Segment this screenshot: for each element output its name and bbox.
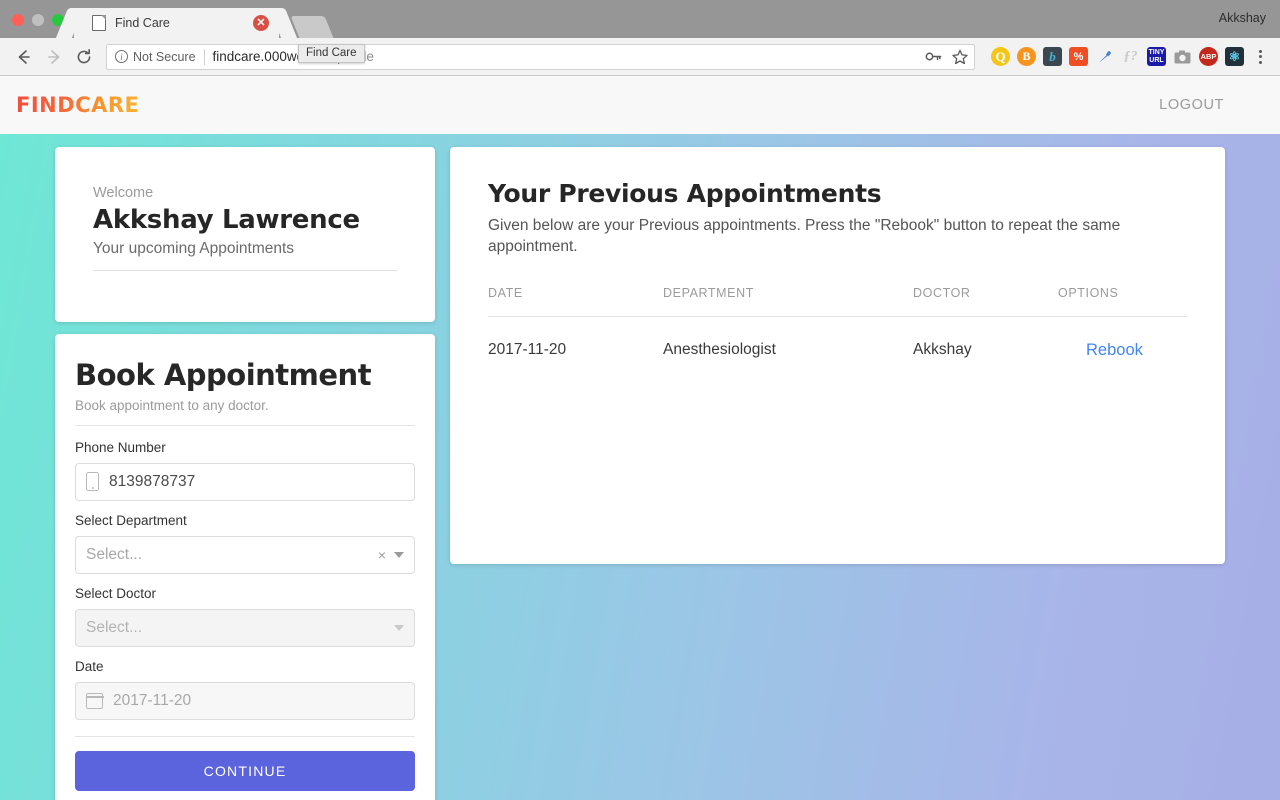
select-department-label: Select Department [75, 512, 187, 528]
book-appointment-card: Book Appointment Book appointment to any… [55, 334, 435, 800]
function-extension-icon[interactable]: ƒ? [1121, 47, 1140, 66]
previous-appointments-description: Given below are your Previous appointmen… [488, 217, 1121, 255]
select-doctor-placeholder: Select... [86, 618, 142, 636]
book-divider [75, 424, 415, 426]
forward-button[interactable] [40, 43, 68, 71]
bitwarden-extension-icon[interactable]: B [1017, 47, 1036, 66]
tinyurl-extension-icon[interactable]: TINY URL [1147, 47, 1166, 66]
mobile-phone-icon [86, 472, 99, 492]
cell-options: Rebook [1058, 316, 1187, 360]
previous-appointments-title: Your Previous Appointments [488, 179, 882, 208]
chevron-down-icon[interactable] [394, 624, 404, 631]
calendar-icon [85, 692, 104, 709]
minimize-window-button[interactable] [32, 14, 44, 26]
phone-number-input[interactable]: 8139878737 [75, 462, 415, 501]
browser-profile-name[interactable]: Akkshay [1219, 11, 1266, 25]
select-department-input[interactable]: Select... × [75, 535, 415, 574]
close-tab-button[interactable]: ✕ [253, 15, 269, 31]
quantcast-extension-icon[interactable]: Q [991, 47, 1010, 66]
rebook-link[interactable]: Rebook [1058, 341, 1143, 360]
phone-number-value: 8139878737 [109, 472, 196, 490]
password-key-icon[interactable] [925, 49, 942, 64]
browser-tabstrip: Find Care ✕ Akkshay [0, 0, 1280, 38]
column-header-options: OPTIONS [1058, 285, 1187, 317]
url-host: findcare.000w [212, 49, 297, 64]
findcare-logo[interactable]: FINDCARE [16, 93, 139, 117]
table-row: 2017-11-20 Anesthesiologist Akkshay Rebo… [488, 316, 1187, 360]
select-doctor-input[interactable]: Select... [75, 608, 415, 647]
continue-button[interactable]: CONTINUE [75, 750, 415, 791]
select-doctor-field-group: Select Doctor Select... [75, 586, 415, 647]
table-header-row: DATE DEPARTMENT DOCTOR OPTIONS [488, 285, 1187, 317]
cell-doctor: Akkshay [913, 341, 972, 359]
select-department-field-group: Select Department Select... × [75, 513, 415, 574]
book-appointment-subtitle: Book appointment to any doctor. [75, 397, 269, 413]
clear-department-icon[interactable]: × [378, 548, 386, 562]
percent-extension-icon[interactable]: % [1069, 47, 1088, 66]
tab-title: Find Care [115, 16, 170, 30]
document-icon [92, 14, 107, 31]
adblockplus-extension-icon[interactable]: ABP [1199, 47, 1218, 66]
date-value: 2017-11-20 [113, 691, 192, 709]
column-header-doctor: DOCTOR [913, 285, 1058, 317]
screenshot-camera-extension-icon[interactable] [1173, 47, 1192, 66]
tab-tooltip: Find Care [298, 44, 365, 63]
phone-number-field-group: Phone Number 8139878737 [75, 440, 415, 501]
chevron-down-icon[interactable] [394, 551, 404, 558]
welcome-subtitle: Your upcoming Appointments [93, 240, 295, 257]
date-label: Date [75, 658, 104, 674]
welcome-card: Welcome Akkshay Lawrence Your upcoming A… [55, 147, 435, 322]
site-header: FINDCARE LOGOUT [0, 76, 1280, 134]
user-name: Akkshay Lawrence [93, 205, 360, 235]
cell-department: Anesthesiologist [663, 341, 776, 359]
react-devtools-extension-icon[interactable]: ⚛ [1225, 47, 1244, 66]
appointments-table: DATE DEPARTMENT DOCTOR OPTIONS 2017-11-2… [488, 285, 1187, 360]
eyedropper-extension-icon[interactable] [1095, 47, 1114, 66]
column-header-department: DEPARTMENT [663, 285, 913, 317]
page-viewport: FINDCARE LOGOUT Welcome Akkshay Lawrence… [0, 76, 1280, 800]
previous-appointments-card: Your Previous Appointments Given below a… [450, 147, 1225, 564]
submit-divider [75, 735, 415, 737]
column-header-date: DATE [488, 285, 663, 317]
browser-tab[interactable]: Find Care ✕ [74, 8, 279, 38]
reload-button[interactable] [70, 43, 98, 71]
welcome-divider [93, 270, 397, 271]
browser-toolbar: i Not Secure findcare.000wo.com/profile … [0, 38, 1280, 76]
select-department-placeholder: Select... [86, 545, 142, 563]
site-security-indicator[interactable]: i Not Secure [115, 50, 196, 64]
book-appointment-title: Book Appointment [75, 358, 372, 392]
logout-link[interactable]: LOGOUT [1159, 97, 1224, 113]
omnibox-divider [203, 48, 205, 65]
date-field-group: Date 2017-11-20 [75, 659, 415, 720]
info-circle-icon: i [115, 50, 128, 63]
close-window-button[interactable] [12, 14, 24, 26]
cell-date: 2017-11-20 [488, 341, 567, 359]
browser-window: Find Care ✕ Akkshay i Not Secure findcar… [0, 0, 1280, 800]
new-tab-button[interactable] [290, 16, 334, 38]
extensions-toolbar: Q B b % ƒ? TINY URL ABP ⚛ [983, 47, 1244, 66]
bookmark-star-icon[interactable] [952, 49, 968, 65]
bitly-extension-icon[interactable]: b [1043, 47, 1062, 66]
back-button[interactable] [10, 43, 38, 71]
select-doctor-label: Select Doctor [75, 585, 157, 601]
browser-menu-button[interactable] [1250, 49, 1270, 64]
phone-number-label: Phone Number [75, 439, 166, 455]
address-bar[interactable]: i Not Secure findcare.000wo.com/profile [106, 43, 975, 70]
page-background: Welcome Akkshay Lawrence Your upcoming A… [0, 134, 1280, 800]
security-label: Not Secure [133, 49, 196, 64]
date-input[interactable]: 2017-11-20 [75, 681, 415, 720]
welcome-label: Welcome [93, 185, 154, 201]
